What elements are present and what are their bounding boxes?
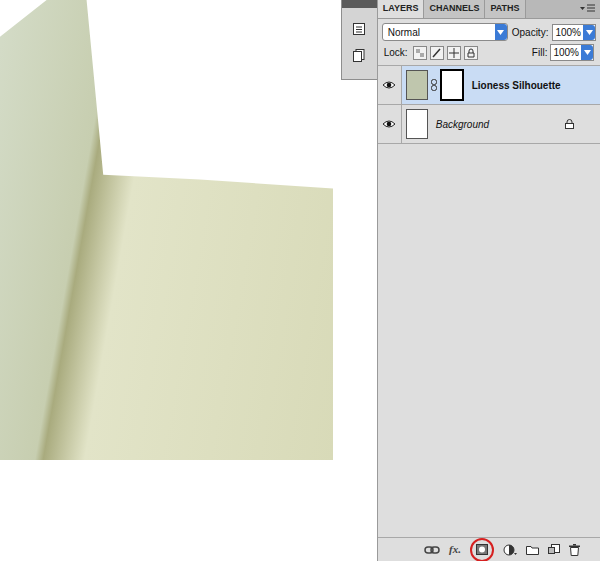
layer-row[interactable]: Lioness Silhouette: [378, 66, 600, 105]
lock-label: Lock:: [384, 45, 408, 60]
blend-mode-select[interactable]: Normal: [382, 23, 508, 41]
trash-icon: [569, 544, 580, 556]
new-layer-icon: [548, 544, 560, 555]
tab-bar: LAYERSCHANNELSPATHS: [378, 0, 600, 19]
layers-panel: LAYERSCHANNELSPATHSNormalOpacity:100%Loc…: [377, 0, 600, 561]
layer-row[interactable]: Background: [378, 105, 600, 144]
history-icon[interactable]: [352, 22, 366, 36]
adjustment-icon: [503, 544, 517, 556]
lock-row: Lock: Fill:100%: [378, 44, 600, 66]
chain-icon[interactable]: [430, 79, 438, 91]
mask-thumbnail[interactable]: [440, 69, 464, 101]
panel-tab[interactable]: LAYERS: [378, 0, 425, 18]
fill-field[interactable]: 100%: [550, 44, 594, 61]
folder-icon: [526, 545, 539, 555]
canvas: [0, 0, 341, 561]
fill-label: Fill:: [532, 45, 548, 60]
panel-tab[interactable]: CHANNELS: [424, 0, 485, 18]
trash-button[interactable]: [569, 544, 580, 556]
layer-name: Background: [436, 117, 565, 132]
blend-row: Normal Opacity:100%: [378, 19, 600, 44]
link-icon: [424, 545, 440, 555]
layer-thumbnail: [406, 70, 428, 100]
pages-icon[interactable]: [352, 48, 366, 62]
fur-photo: [0, 0, 333, 460]
adjustment-button[interactable]: [503, 544, 517, 556]
new-button[interactable]: [548, 544, 560, 555]
eye-icon[interactable]: [382, 80, 396, 90]
eye-icon[interactable]: [382, 119, 396, 129]
mask-button[interactable]: [470, 538, 494, 561]
mask-icon: [476, 544, 488, 555]
lock-transparent-icon[interactable]: [413, 46, 427, 60]
lock-all-icon[interactable]: [464, 46, 478, 60]
lock-icon: [565, 119, 574, 129]
dropdown-arrow-icon[interactable]: [581, 45, 593, 60]
dropdown-arrow-icon[interactable]: [495, 24, 507, 40]
fx-button[interactable]: fx.: [449, 541, 461, 558]
opacity-label: Opacity:: [512, 25, 549, 40]
lock-move-icon[interactable]: [447, 46, 461, 60]
bottom-bar: fx.: [378, 537, 600, 561]
photoshop-window: LAYERSCHANNELSPATHSNormalOpacity:100%Loc…: [0, 0, 600, 561]
layer-thumbnail: [406, 109, 428, 139]
side-dock: [341, 0, 377, 80]
layer-list: Lioness Silhouette Background: [378, 66, 600, 144]
dropdown-arrow-icon[interactable]: [583, 25, 595, 40]
layer-name: Lioness Silhouette: [472, 78, 600, 93]
link-button[interactable]: [424, 545, 440, 555]
panel-tab[interactable]: PATHS: [485, 0, 525, 18]
opacity-field[interactable]: 100%: [552, 24, 596, 41]
group-button[interactable]: [526, 545, 539, 555]
panel-menu-icon[interactable]: [580, 4, 596, 14]
lock-paint-icon[interactable]: [430, 46, 444, 60]
